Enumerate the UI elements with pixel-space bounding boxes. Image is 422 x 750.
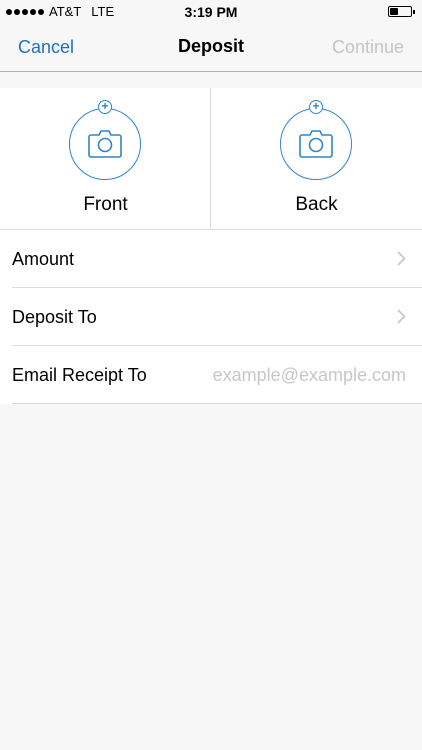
camera-circle [280, 108, 352, 180]
continue-button[interactable]: Continue [332, 37, 404, 58]
battery-level [390, 8, 398, 15]
email-receipt-label: Email Receipt To [12, 365, 147, 385]
deposit-form: Amount Deposit To Email Receipt To [0, 230, 422, 404]
camera-icon [299, 130, 333, 158]
capture-back-button[interactable]: + Back [211, 88, 422, 230]
deposit-to-row[interactable]: Deposit To [12, 288, 422, 346]
battery-icon [388, 6, 415, 17]
add-photo-plus-icon: + [98, 100, 112, 114]
chevron-right-icon [397, 251, 406, 266]
chevron-right-icon [397, 309, 406, 324]
email-receipt-input[interactable] [196, 362, 406, 388]
amount-label: Amount [12, 249, 75, 269]
amount-row[interactable]: Amount [12, 230, 422, 288]
front-label: Front [83, 194, 128, 215]
add-photo-plus-icon: + [309, 100, 323, 114]
camera-icon [88, 130, 122, 158]
email-receipt-row: Email Receipt To [12, 346, 422, 404]
status-bar: AT&T LTE 3:19 PM [0, 0, 422, 24]
deposit-screen: AT&T LTE 3:19 PM Cancel Deposit Continue… [0, 0, 422, 750]
check-capture-section: + Front + Back [0, 88, 422, 230]
navigation-bar: Cancel Deposit Continue [0, 24, 422, 72]
deposit-to-label: Deposit To [12, 307, 97, 327]
back-label: Back [295, 194, 338, 215]
camera-circle [69, 108, 141, 180]
capture-front-button[interactable]: + Front [0, 88, 211, 230]
status-time: 3:19 PM [184, 4, 238, 20]
